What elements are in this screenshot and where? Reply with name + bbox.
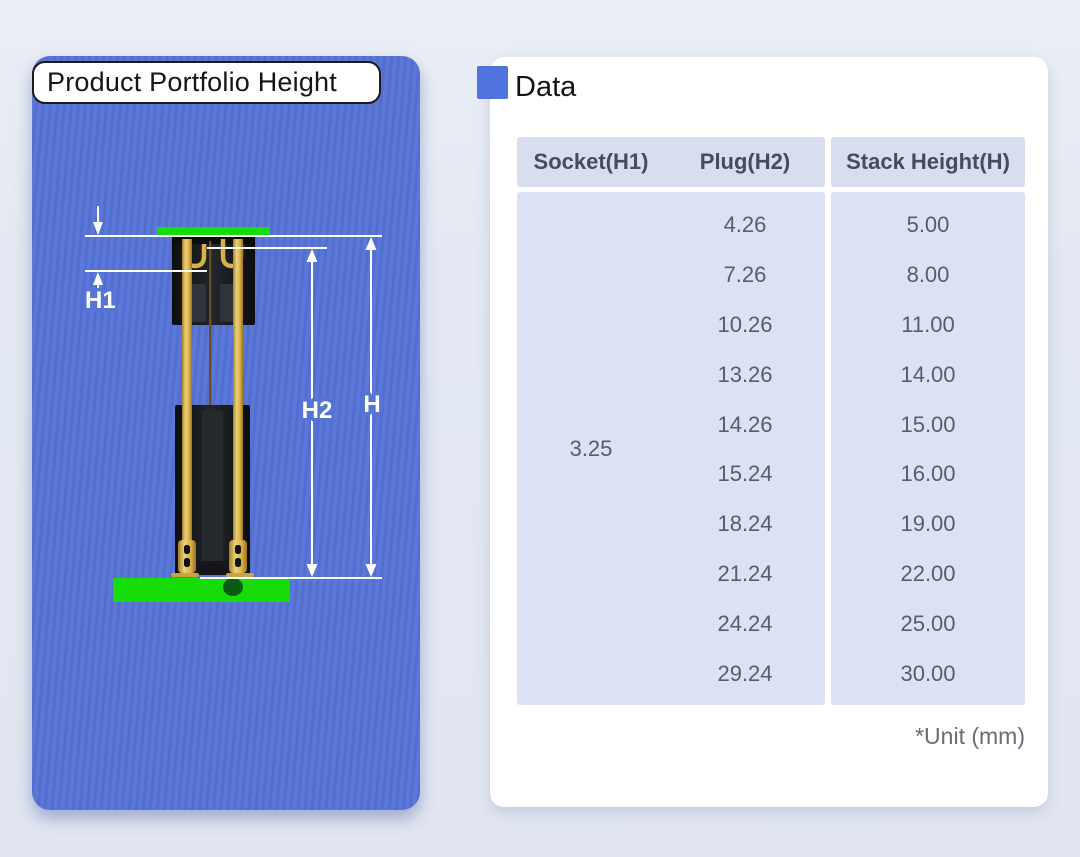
- table-row: 30.00: [831, 649, 1025, 699]
- table-body-right: 5.00 8.00 11.00 14.00 15.00 16.00 19.00 …: [831, 192, 1025, 705]
- plug-value: 7.26: [665, 262, 825, 288]
- table-row: 8.00: [831, 250, 1025, 300]
- plug-value: 29.24: [665, 661, 825, 687]
- plug-value: 4.26: [665, 212, 825, 238]
- table-block-stack-height: Stack Height(H) 5.00 8.00 11.00 14.00 15…: [831, 137, 1025, 705]
- stack-value: 19.00: [900, 511, 955, 537]
- table-row: 16.00: [831, 450, 1025, 500]
- table-row: 11.00: [831, 300, 1025, 350]
- connector-stack-diagram: H1 H2 H: [32, 56, 420, 810]
- table-row: 15.00: [831, 400, 1025, 450]
- plug-value: 21.24: [665, 561, 825, 587]
- data-square-icon: [477, 66, 508, 99]
- spec-table: Socket(H1) Plug(H2) 3.25 4.26 7.26 10.26…: [517, 137, 1025, 705]
- stack-value: 22.00: [900, 561, 955, 587]
- plug-value: 13.26: [665, 362, 825, 388]
- plug-value: 15.24: [665, 461, 825, 487]
- stack-value: 30.00: [900, 661, 955, 687]
- panel-title-pill: Product Portfolio Height: [32, 61, 381, 104]
- h1-dimension-label: H1: [85, 287, 116, 314]
- bottom-pcb: [113, 578, 290, 602]
- panel-title: Product Portfolio Height: [47, 67, 337, 98]
- table-row: 19.00: [831, 499, 1025, 549]
- column-header-plug: Plug(H2): [665, 149, 825, 175]
- table-body-left: 3.25 4.26 7.26 10.26 13.26 14.26 15.24 1…: [517, 192, 825, 705]
- table-row: 22.00: [831, 549, 1025, 599]
- stack-value: 5.00: [907, 212, 950, 238]
- table-row: 25.00: [831, 599, 1025, 649]
- column-header-socket: Socket(H1): [517, 149, 665, 175]
- data-card: Data Socket(H1) Plug(H2) 3.25 4.26 7.26 …: [490, 57, 1048, 807]
- plug-value: 14.26: [665, 412, 825, 438]
- stack-value: 11.00: [901, 312, 954, 338]
- data-card-title: Data: [515, 71, 576, 104]
- plug-value: 10.26: [665, 312, 825, 338]
- plug-value: 24.24: [665, 611, 825, 637]
- table-block-socket-plug: Socket(H1) Plug(H2) 3.25 4.26 7.26 10.26…: [517, 137, 825, 705]
- stack-value: 15.00: [900, 412, 955, 438]
- table-row: 5.00: [831, 200, 1025, 250]
- table-header-right: Stack Height(H): [831, 137, 1025, 187]
- plug-value: 18.24: [665, 511, 825, 537]
- stack-value: 8.00: [907, 262, 950, 288]
- stack-value: 16.00: [900, 461, 955, 487]
- stack-value: 25.00: [900, 611, 955, 637]
- stack-value: 14.00: [900, 362, 955, 388]
- table-row: 14.00: [831, 350, 1025, 400]
- table-header-left: Socket(H1) Plug(H2): [517, 137, 825, 187]
- socket-merged-cell: 3.25: [517, 192, 665, 705]
- page: { "portfolio_panel": { "title": "Product…: [0, 0, 1080, 857]
- column-header-stack-height: Stack Height(H): [846, 149, 1010, 175]
- h2-dimension-label: H2: [302, 397, 333, 424]
- unit-footnote: *Unit (mm): [915, 723, 1025, 750]
- h-dimension-label: H: [363, 391, 380, 418]
- portfolio-panel: H1 H2 H Product Portfolio Height: [32, 56, 420, 810]
